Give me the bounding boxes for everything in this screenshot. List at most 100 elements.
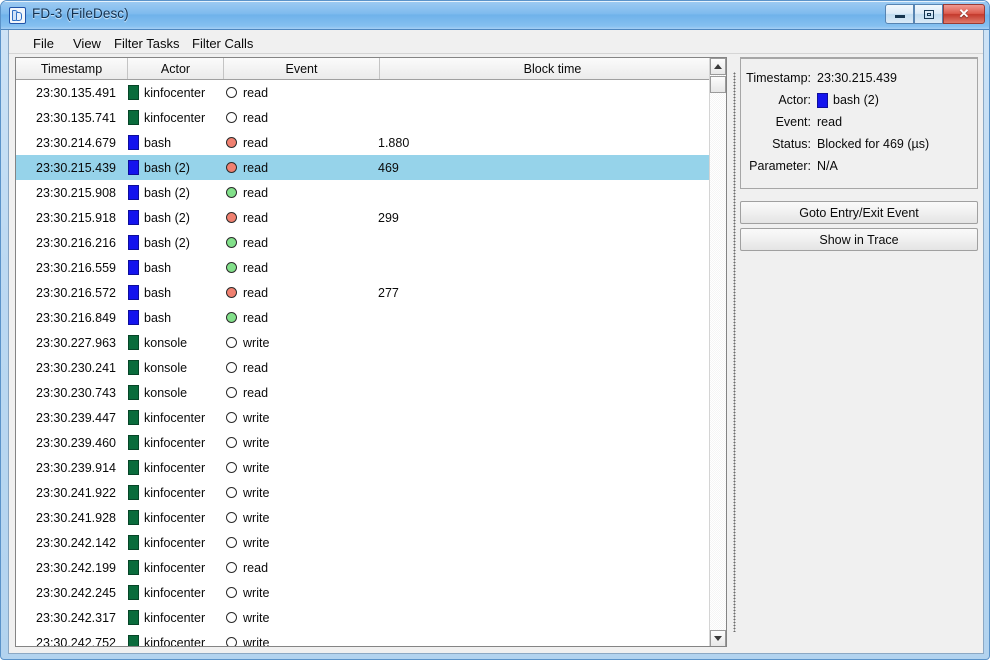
table-row[interactable]: 23:30.135.491 kinfocenter read bbox=[16, 80, 726, 105]
table-row[interactable]: 23:30.216.216 bash (2) read bbox=[16, 230, 726, 255]
menu-item-file[interactable]: File bbox=[27, 34, 60, 53]
table-row[interactable]: 23:30.242.245 kinfocenter write bbox=[16, 580, 726, 605]
cell-event: write bbox=[226, 455, 378, 480]
actor-label: bash (2) bbox=[144, 160, 190, 175]
table-row[interactable]: 23:30.239.914 kinfocenter write bbox=[16, 455, 726, 480]
detail-value-wrap: N/A bbox=[817, 159, 838, 173]
table-row[interactable]: 23:30.216.559 bash read bbox=[16, 255, 726, 280]
table-row[interactable]: 23:30.239.447 kinfocenter write bbox=[16, 405, 726, 430]
cell-block-time bbox=[378, 305, 718, 330]
close-button[interactable]: ✕ bbox=[943, 4, 985, 24]
column-header-event[interactable]: Event bbox=[224, 58, 380, 79]
table-row[interactable]: 23:30.227.963 konsole write bbox=[16, 330, 726, 355]
cell-event: read bbox=[226, 255, 378, 280]
cell-block-time bbox=[378, 230, 718, 255]
table-row[interactable]: 23:30.230.743 konsole read bbox=[16, 380, 726, 405]
cell-actor: konsole bbox=[128, 330, 222, 355]
title-bar[interactable]: FD-3 (FileDesc) ✕ bbox=[1, 1, 989, 30]
detail-value: 23:30.215.439 bbox=[817, 71, 897, 85]
cell-actor: bash (2) bbox=[128, 155, 222, 180]
actor-label: kinfocenter bbox=[144, 110, 206, 125]
table-row[interactable]: 23:30.241.922 kinfocenter write bbox=[16, 480, 726, 505]
event-table-body[interactable]: 23:30.135.491 kinfocenter read 23:30.135.74… bbox=[16, 80, 726, 647]
detail-row-actor: Actor: bash (2) bbox=[741, 89, 979, 111]
actor-label: kinfocenter bbox=[144, 610, 206, 625]
cell-event: write bbox=[226, 530, 378, 555]
event-state-open-icon bbox=[226, 562, 237, 573]
cell-block-time bbox=[378, 355, 718, 380]
maximize-button[interactable] bbox=[914, 4, 943, 24]
menu-item-view[interactable]: View bbox=[67, 34, 107, 53]
detail-value: read bbox=[817, 115, 843, 129]
cell-event: read bbox=[226, 205, 378, 230]
scroll-up-button[interactable] bbox=[710, 58, 726, 75]
actor-color-swatch-icon bbox=[128, 160, 139, 175]
cell-timestamp: 23:30.215.439 bbox=[36, 160, 116, 175]
event-state-open-icon bbox=[226, 487, 237, 498]
table-row[interactable]: 23:30.216.572 bash read 277 bbox=[16, 280, 726, 305]
cell-event: read bbox=[226, 380, 378, 405]
actor-color-swatch-icon bbox=[128, 485, 139, 500]
cell-timestamp: 23:30.215.908 bbox=[36, 185, 116, 200]
cell-block-time bbox=[378, 330, 718, 355]
column-header-block-time[interactable]: Block time bbox=[380, 58, 726, 79]
detail-value-wrap: Blocked for 469 (µs) bbox=[817, 137, 929, 151]
goto-entry-exit-event-button[interactable]: Goto Entry/Exit Event bbox=[740, 201, 978, 224]
cell-actor: bash (2) bbox=[128, 180, 222, 205]
table-row[interactable]: 23:30.135.741 kinfocenter read bbox=[16, 105, 726, 130]
table-row[interactable]: 23:30.216.849 bash read bbox=[16, 305, 726, 330]
actor-label: kinfocenter bbox=[144, 535, 206, 550]
cell-timestamp: 23:30.242.317 bbox=[36, 610, 116, 625]
table-row[interactable]: 23:30.215.908 bash (2) read bbox=[16, 180, 726, 205]
detail-row-event: Event: read bbox=[741, 111, 979, 133]
cell-timestamp: 23:30.239.447 bbox=[36, 410, 116, 425]
event-state-open-icon bbox=[226, 637, 237, 646]
vertical-scrollbar[interactable] bbox=[709, 58, 726, 646]
actor-color-swatch-icon bbox=[128, 260, 139, 275]
event-state-green-icon bbox=[226, 187, 237, 198]
actor-color-swatch-icon bbox=[128, 435, 139, 450]
event-label: write bbox=[243, 460, 270, 475]
actor-color-swatch-icon bbox=[128, 635, 139, 646]
show-in-trace-button[interactable]: Show in Trace bbox=[740, 228, 978, 251]
event-label: read bbox=[243, 385, 269, 400]
detail-value: bash (2) bbox=[833, 93, 879, 107]
event-label: write bbox=[243, 410, 270, 425]
actor-label: konsole bbox=[144, 360, 188, 375]
event-label: write bbox=[243, 610, 270, 625]
table-row[interactable]: 23:30.230.241 konsole read bbox=[16, 355, 726, 380]
cell-timestamp: 23:30.216.572 bbox=[36, 285, 116, 300]
menu-item-filter-calls[interactable]: Filter Calls bbox=[186, 34, 259, 53]
table-row[interactable]: 23:30.242.317 kinfocenter write bbox=[16, 605, 726, 630]
pane-splitter[interactable] bbox=[731, 57, 739, 647]
event-label: read bbox=[243, 310, 269, 325]
event-label: read bbox=[243, 185, 269, 200]
table-row[interactable]: 23:30.242.199 kinfocenter read bbox=[16, 555, 726, 580]
cell-actor: bash bbox=[128, 255, 222, 280]
table-row[interactable]: 23:30.214.679 bash read 1.880 bbox=[16, 130, 726, 155]
table-row[interactable]: 23:30.239.460 kinfocenter write bbox=[16, 430, 726, 455]
scrollbar-thumb[interactable] bbox=[710, 76, 726, 93]
menu-item-filter-tasks[interactable]: Filter Tasks bbox=[108, 34, 186, 53]
minimize-button[interactable] bbox=[885, 4, 914, 24]
column-header-actor[interactable]: Actor bbox=[128, 58, 224, 79]
table-row[interactable]: 23:30.242.142 kinfocenter write bbox=[16, 530, 726, 555]
column-header-timestamp[interactable]: Timestamp bbox=[16, 58, 128, 79]
scroll-down-button[interactable] bbox=[710, 630, 726, 646]
table-row[interactable]: 23:30.242.752 kinfocenter write bbox=[16, 630, 726, 647]
scrollbar-track[interactable] bbox=[710, 75, 726, 630]
cell-timestamp: 23:30.230.743 bbox=[36, 385, 116, 400]
detail-label: Timestamp: bbox=[746, 71, 811, 85]
table-row[interactable]: 23:30.241.928 kinfocenter write bbox=[16, 505, 726, 530]
cell-block-time bbox=[378, 105, 718, 130]
actor-label: kinfocenter bbox=[144, 435, 206, 450]
detail-row-timestamp: Timestamp: 23:30.215.439 bbox=[741, 67, 979, 89]
table-row[interactable]: 23:30.215.439 bash (2) read 469 bbox=[16, 155, 726, 180]
event-label: write bbox=[243, 585, 270, 600]
event-state-red-icon bbox=[226, 162, 237, 173]
actor-label: bash (2) bbox=[144, 235, 190, 250]
actor-label: bash bbox=[144, 285, 172, 300]
event-label: write bbox=[243, 635, 270, 647]
table-row[interactable]: 23:30.215.918 bash (2) read 299 bbox=[16, 205, 726, 230]
event-label: write bbox=[243, 535, 270, 550]
